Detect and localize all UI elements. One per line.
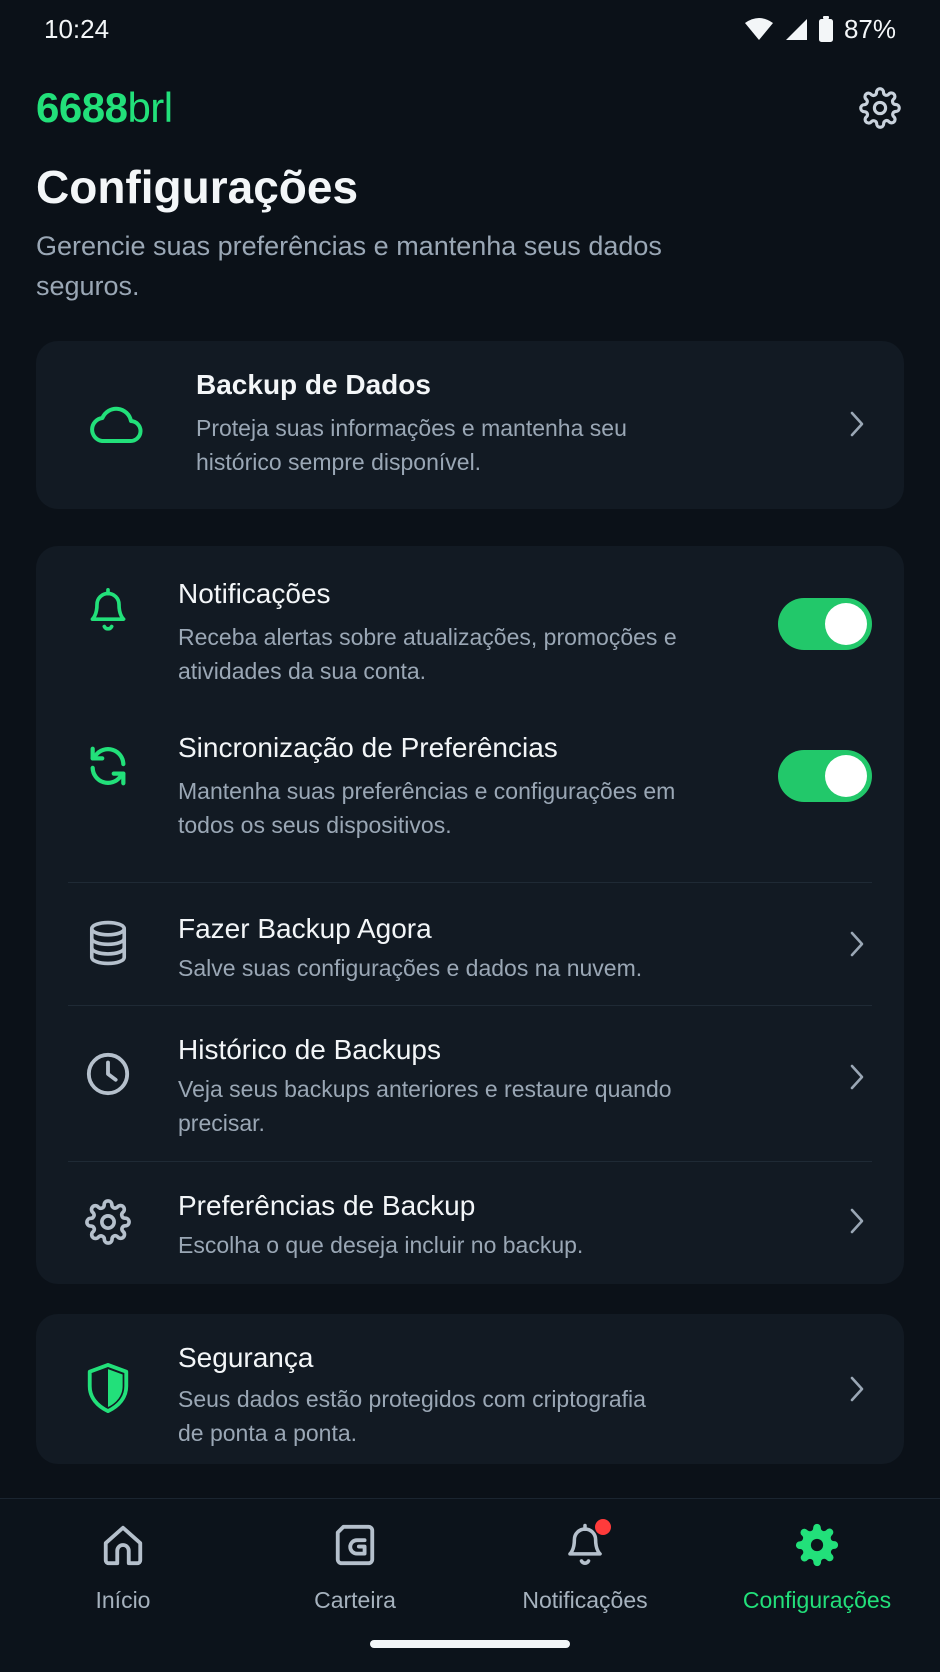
- security-card[interactable]: Segurança Seus dados estão protegidos co…: [36, 1314, 904, 1464]
- toggle-knob: [825, 603, 867, 645]
- shield-icon: [78, 1358, 138, 1418]
- setting-backup-now[interactable]: Fazer Backup Agora Salve suas configuraç…: [36, 883, 904, 1005]
- nav-label: Configurações: [742, 1587, 892, 1613]
- page-title: Configurações: [36, 161, 359, 213]
- status-icons: 87%: [744, 14, 896, 45]
- settings-card: Notificações Receba alertas sobre atuali…: [36, 546, 904, 1284]
- status-time: 10:24: [44, 13, 110, 44]
- sync-title: Sincronização de Preferências: [178, 732, 558, 763]
- toggle-knob: [825, 755, 867, 797]
- bell-icon: [557, 1517, 613, 1573]
- setting-backup-preferences[interactable]: Preferências de Backup Escolha o que des…: [36, 1162, 904, 1284]
- gear-icon: [859, 87, 901, 129]
- history-desc: Veja seus backups anteriores e restaure …: [178, 1076, 672, 1136]
- backup-prefs-title: Preferências de Backup: [178, 1190, 476, 1221]
- chevron-right-icon: [842, 1374, 872, 1404]
- backup-now-title: Fazer Backup Agora: [178, 913, 432, 944]
- nav-item-configuracoes[interactable]: Configurações: [717, 1517, 917, 1627]
- setting-notifications: Notificações Receba alertas sobre atuali…: [36, 546, 904, 706]
- signal-icon: [784, 17, 808, 41]
- bell-icon: [78, 580, 138, 640]
- backup-prefs-desc: Escolha o que deseja incluir no backup.: [178, 1232, 584, 1258]
- history-title: Histórico de Backups: [178, 1034, 442, 1065]
- battery-percent: 87%: [843, 13, 896, 44]
- chevron-right-icon: [842, 1062, 872, 1092]
- security-title: Segurança: [178, 1342, 314, 1373]
- sync-desc: Mantenha suas preferências e configuraçõ…: [178, 778, 676, 838]
- logo-main: 6688: [36, 84, 128, 131]
- app-header: 6688brl: [36, 78, 904, 138]
- security-row[interactable]: Segurança Seus dados estão protegidos co…: [36, 1314, 904, 1464]
- setting-sync: Sincronização de Preferências Mantenha s…: [36, 706, 904, 866]
- nav-item-carteira[interactable]: Carteira: [255, 1517, 455, 1627]
- battery-icon: [818, 16, 834, 42]
- nav-item-notificacoes[interactable]: Notificações: [485, 1517, 685, 1627]
- nav-label: Notificações: [522, 1587, 648, 1613]
- notifications-desc: Receba alertas sobre atualizações, promo…: [178, 624, 677, 684]
- security-desc: Seus dados estão protegidos com criptogr…: [178, 1386, 646, 1446]
- nav-label: Carteira: [314, 1587, 396, 1613]
- logo-suffix: brl: [127, 84, 173, 131]
- status-bar: 10:24 87%: [0, 0, 940, 58]
- nav-label: Início: [95, 1587, 151, 1613]
- database-icon: [78, 913, 138, 973]
- gear-icon: [789, 1517, 845, 1573]
- backup-now-desc: Salve suas configurações e dados na nuve…: [178, 955, 643, 981]
- clock-icon: [78, 1044, 138, 1104]
- chevron-right-icon: [842, 409, 872, 439]
- page-subtitle: Gerencie suas preferências e mantenha se…: [36, 231, 662, 301]
- backup-data-card[interactable]: Backup de Dados Proteja suas informações…: [36, 341, 904, 509]
- backup-data-row[interactable]: Backup de Dados Proteja suas informações…: [36, 341, 904, 509]
- chevron-right-icon: [842, 1206, 872, 1236]
- settings-gear-button[interactable]: [856, 84, 904, 132]
- setting-backup-history[interactable]: Histórico de Backups Veja seus backups a…: [36, 1006, 904, 1161]
- sync-icon: [78, 736, 138, 796]
- wifi-icon: [744, 17, 774, 41]
- notifications-toggle[interactable]: [778, 598, 872, 650]
- sync-toggle[interactable]: [778, 750, 872, 802]
- home-icon: [95, 1517, 151, 1573]
- backup-data-title: Backup de Dados: [196, 369, 431, 400]
- nav-item-inicio[interactable]: Início: [23, 1517, 223, 1627]
- app-logo[interactable]: 6688brl: [36, 84, 173, 132]
- home-indicator: [370, 1640, 570, 1648]
- cloud-icon: [86, 393, 146, 453]
- gear-icon: [78, 1192, 138, 1252]
- backup-data-desc: Proteja suas informações e mantenha seu …: [196, 415, 627, 475]
- notification-badge: [595, 1519, 611, 1535]
- chevron-right-icon: [842, 929, 872, 959]
- wallet-icon: [327, 1517, 383, 1573]
- notifications-title: Notificações: [178, 578, 331, 609]
